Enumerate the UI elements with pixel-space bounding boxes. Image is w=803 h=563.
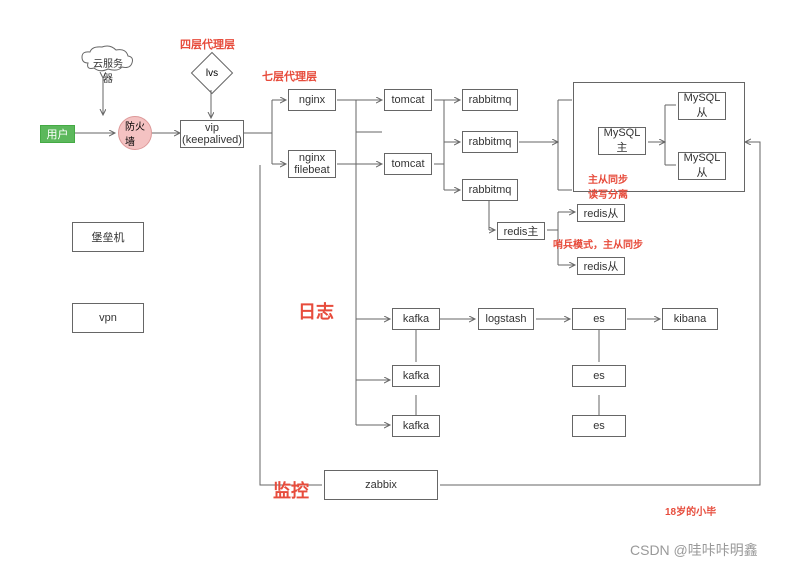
zabbix-node: zabbix bbox=[324, 470, 438, 500]
kafka3-label: kafka bbox=[403, 420, 429, 432]
nginx-filebeat-label: nginx filebeat bbox=[294, 152, 329, 176]
bastion-node: 堡垒机 bbox=[72, 222, 144, 252]
rabbitmq3-label: rabbitmq bbox=[469, 184, 512, 196]
user-label: 用户 bbox=[47, 126, 69, 142]
redis-slave1-node: redis从 bbox=[577, 204, 625, 222]
mysql-slave1-label: MySQL 从 bbox=[684, 92, 721, 120]
rabbitmq2-node: rabbitmq bbox=[462, 131, 518, 153]
es2-label: es bbox=[593, 370, 605, 382]
es1-label: es bbox=[593, 313, 605, 325]
rabbitmq1-label: rabbitmq bbox=[469, 94, 512, 106]
kafka1-label: kafka bbox=[403, 313, 429, 325]
monitor-section-label: 监控 bbox=[273, 477, 309, 503]
kafka1-node: kafka bbox=[392, 308, 440, 330]
redis-master-node: redis主 bbox=[497, 222, 545, 240]
kibana-node: kibana bbox=[662, 308, 718, 330]
l7-proxy-label: 七层代理层 bbox=[262, 68, 317, 84]
tomcat1-node: tomcat bbox=[384, 89, 432, 111]
vip-node: vip (keepalived) bbox=[180, 120, 244, 148]
mysql-slave2-label: MySQL 从 bbox=[684, 152, 721, 180]
nginx-filebeat-node: nginx filebeat bbox=[288, 150, 336, 178]
author-label: 18岁的小毕 bbox=[665, 503, 716, 518]
kafka2-node: kafka bbox=[392, 365, 440, 387]
lvs-node: lvs bbox=[192, 53, 232, 93]
kafka2-label: kafka bbox=[403, 370, 429, 382]
nginx-node: nginx bbox=[288, 89, 336, 111]
vip-label: vip (keepalived) bbox=[182, 122, 242, 146]
logstash-node: logstash bbox=[478, 308, 534, 330]
user-node: 用户 bbox=[40, 125, 75, 143]
kibana-label: kibana bbox=[674, 313, 706, 325]
redis-master-label: redis主 bbox=[504, 223, 539, 239]
csdn-watermark: CSDN @哇咔咔明鑫 bbox=[630, 540, 758, 560]
kafka3-node: kafka bbox=[392, 415, 440, 437]
l4-proxy-label: 四层代理层 bbox=[180, 36, 235, 52]
vpn-label: vpn bbox=[99, 312, 117, 324]
log-section-label: 日志 bbox=[298, 298, 334, 324]
logstash-label: logstash bbox=[486, 313, 527, 325]
tomcat2-node: tomcat bbox=[384, 153, 432, 175]
es2-node: es bbox=[572, 365, 626, 387]
vpn-node: vpn bbox=[72, 303, 144, 333]
mysql-sync-label: 主从同步 读写分离 bbox=[588, 160, 628, 201]
cloud-server-node: 云服务 器 bbox=[88, 55, 128, 85]
firewall-label: 防火 墙 bbox=[125, 118, 145, 148]
mysql-slave2-node: MySQL 从 bbox=[678, 152, 726, 180]
lvs-label: lvs bbox=[206, 68, 218, 79]
sentinel-label: 哨兵模式，主从同步 bbox=[553, 236, 643, 251]
mysql-master-node: MySQL 主 bbox=[598, 127, 646, 155]
mysql-slave1-node: MySQL 从 bbox=[678, 92, 726, 120]
es3-node: es bbox=[572, 415, 626, 437]
redis-slave1-label: redis从 bbox=[584, 205, 619, 221]
zabbix-label: zabbix bbox=[365, 479, 397, 491]
tomcat1-label: tomcat bbox=[391, 94, 424, 106]
es1-node: es bbox=[572, 308, 626, 330]
rabbitmq2-label: rabbitmq bbox=[469, 136, 512, 148]
es3-label: es bbox=[593, 420, 605, 432]
bastion-label: 堡垒机 bbox=[92, 229, 125, 245]
redis-slave2-node: redis从 bbox=[577, 257, 625, 275]
firewall-node: 防火 墙 bbox=[118, 116, 152, 150]
tomcat2-label: tomcat bbox=[391, 158, 424, 170]
rabbitmq1-node: rabbitmq bbox=[462, 89, 518, 111]
nginx-label: nginx bbox=[299, 94, 325, 106]
mysql-master-label: MySQL 主 bbox=[604, 127, 641, 155]
rabbitmq3-node: rabbitmq bbox=[462, 179, 518, 201]
redis-slave2-label: redis从 bbox=[584, 258, 619, 274]
